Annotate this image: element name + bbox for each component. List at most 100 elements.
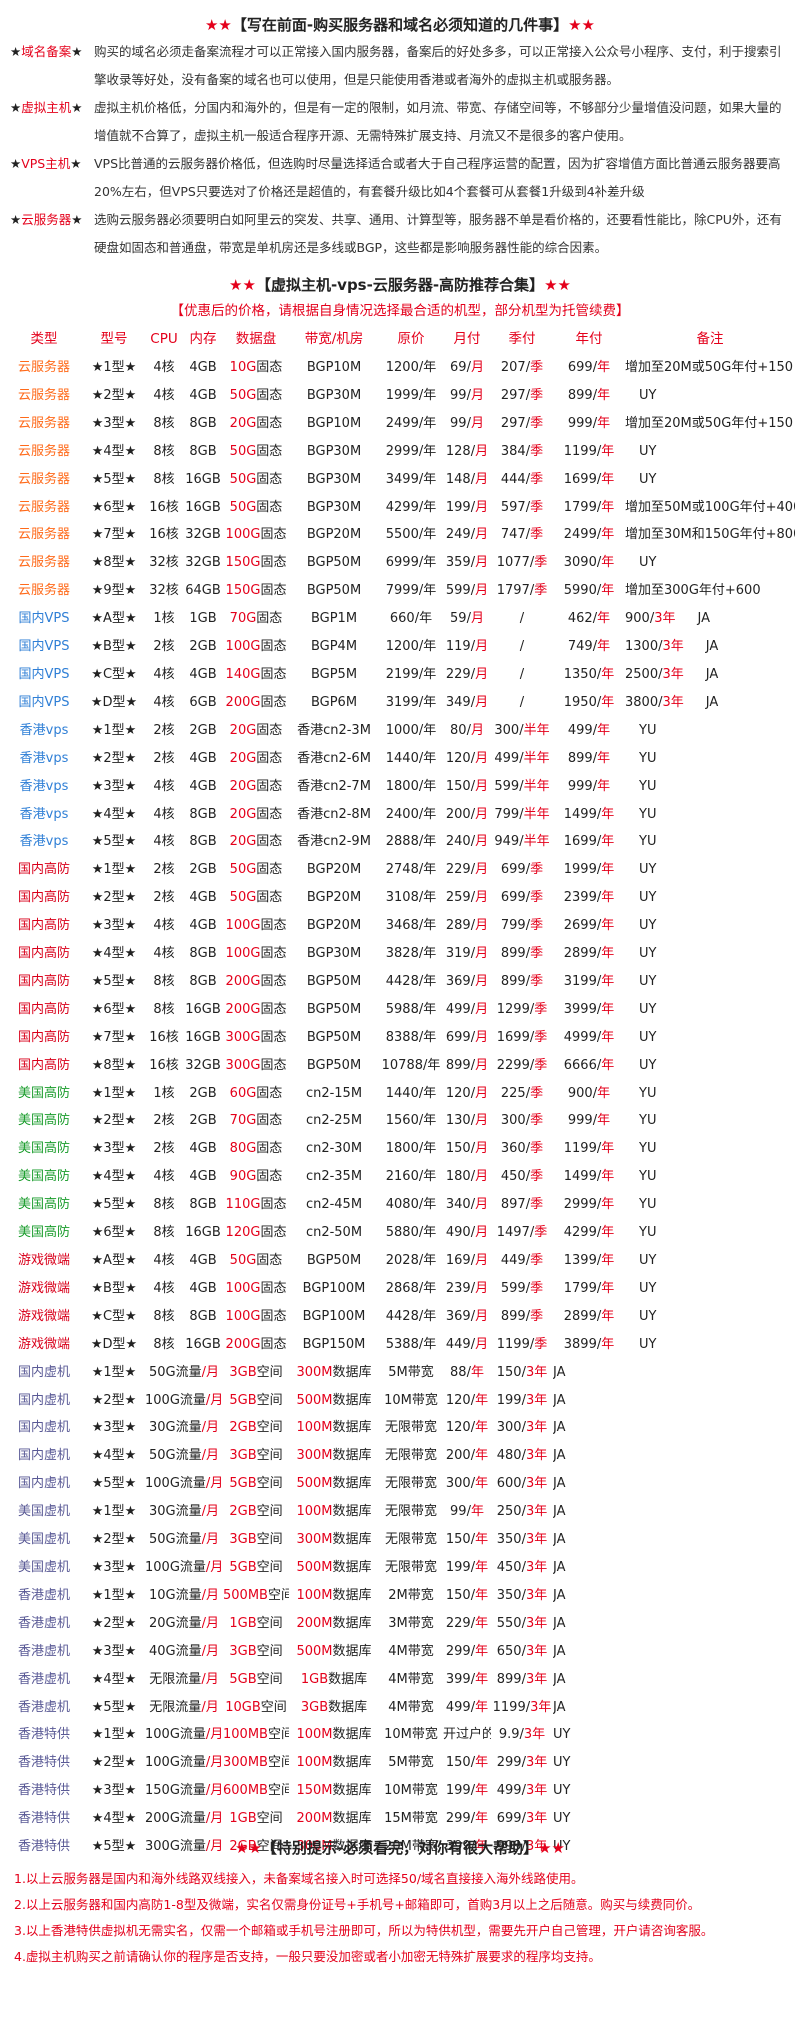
table-cell: 50G流量/月 bbox=[145, 1359, 223, 1387]
row-model: ★2型★ bbox=[91, 1532, 137, 1548]
table-cell: 8GB bbox=[183, 1303, 223, 1331]
table-row: 云服务器 ★4型★ 8核 8GB 50G固态 BGP30M 2999/年 128/月 384/季… bbox=[5, 438, 795, 466]
three-year-price: 299/ bbox=[496, 1755, 526, 1771]
table-cell: ★2型★ bbox=[83, 382, 145, 410]
table-cell: 游戏微端 bbox=[5, 1331, 83, 1359]
unit-label: 年 bbox=[601, 527, 615, 543]
disk-size: 100G bbox=[225, 527, 261, 543]
table-cell: ★3型★ bbox=[83, 912, 145, 940]
unit-label: 月 bbox=[475, 946, 489, 962]
row-model: ★4型★ bbox=[91, 1169, 137, 1185]
monthly-price: 99/ bbox=[450, 387, 471, 403]
table-cell: 120/月 bbox=[443, 1080, 491, 1108]
disk-type: 固态 bbox=[260, 639, 287, 655]
database-unit: 数据库 bbox=[332, 1448, 372, 1464]
table-cell: JA bbox=[553, 1554, 625, 1582]
table-cell: UY bbox=[553, 1749, 625, 1777]
table-cell: 国内高防 bbox=[5, 996, 83, 1024]
table-cell: 1200/年 bbox=[379, 354, 443, 382]
unit-label: 月 bbox=[475, 639, 489, 655]
disk-type: 固态 bbox=[256, 778, 283, 794]
row-category: 国内虚机 bbox=[17, 1392, 70, 1408]
table-cell: 32GB bbox=[183, 549, 223, 577]
unit-label: 季 bbox=[530, 1308, 544, 1324]
table-cell: 2核 bbox=[145, 717, 183, 745]
disk-size: 100G bbox=[225, 946, 261, 962]
unit-label: 年 bbox=[475, 1699, 489, 1715]
bandwidth: 15M带宽 bbox=[384, 1811, 438, 1827]
original-price: 10788/年 bbox=[381, 1057, 441, 1073]
table-cell: YU bbox=[625, 1080, 795, 1108]
yearly-price: 299/ bbox=[445, 1811, 476, 1827]
row-model: ★3型★ bbox=[91, 1783, 137, 1799]
table-cell: 5990/年 bbox=[553, 577, 625, 605]
unit-label: 季 bbox=[530, 387, 544, 403]
unit-label: 年 bbox=[601, 806, 615, 822]
unit-label: 年 bbox=[475, 1643, 489, 1659]
unit-label: 3年 bbox=[525, 1615, 548, 1631]
star-icon: ★ bbox=[10, 44, 22, 59]
table-cell: BGP4M bbox=[289, 633, 379, 661]
yearly-price: 99/ bbox=[450, 1504, 471, 1520]
disk-type: 固态 bbox=[256, 1141, 283, 1157]
table-cell: 444/季 bbox=[491, 466, 553, 494]
yearly-price: 1399/ bbox=[563, 1253, 602, 1268]
cpu-cores: 2 bbox=[153, 862, 162, 878]
unit-label: 3年 bbox=[530, 1699, 552, 1715]
database-unit: 数据库 bbox=[332, 1643, 372, 1659]
table-cell: 8GB bbox=[183, 1191, 223, 1219]
cpu-unit: 核 bbox=[165, 527, 179, 543]
bandwidth: BGP50M bbox=[306, 973, 362, 989]
table-cell: JA bbox=[553, 1638, 625, 1666]
table-cell: 16GB bbox=[183, 1024, 223, 1052]
monthly-price: 120/ bbox=[445, 1085, 476, 1101]
row-model: ★4型★ bbox=[91, 1671, 137, 1687]
row-category: 游戏微端 bbox=[17, 1280, 70, 1296]
table-cell: 289/月 bbox=[443, 912, 491, 940]
table-cell: 16GB bbox=[183, 466, 223, 494]
cpu-cores: 8 bbox=[153, 443, 162, 459]
intro-text: 选购云服务器必须要明白如阿里云的突发、共享、通用、计算型等，服务器不单是看价格的… bbox=[94, 212, 782, 255]
table-cell: YU bbox=[625, 773, 795, 801]
unit-label: 3年 bbox=[523, 1727, 546, 1743]
table-cell: 1800/年 bbox=[379, 773, 443, 801]
intro-tag-label: 云服务器 bbox=[21, 212, 72, 227]
cpu-unit: 核 bbox=[161, 415, 175, 431]
table-cell: BGP30M bbox=[289, 940, 379, 968]
cpu-cores: 8 bbox=[153, 415, 162, 431]
row-model: ★3型★ bbox=[91, 1559, 137, 1575]
table-cell: 8GB bbox=[183, 410, 223, 438]
bandwidth: 香港cn2-7M bbox=[297, 778, 371, 794]
table-cell: 无限带宽 bbox=[379, 1470, 443, 1498]
unit-label: 年 bbox=[475, 1476, 489, 1492]
table-cell: 100G流量/月 bbox=[145, 1749, 223, 1777]
table-row: 美国虚机 ★2型★ 50G流量/月 3GB空间 300M数据库 无限带宽 150/年 350/… bbox=[5, 1526, 795, 1554]
table-cell: 2GB bbox=[183, 633, 223, 661]
table-cell: 国内虚机 bbox=[5, 1470, 83, 1498]
row-model: ★2型★ bbox=[91, 1392, 137, 1408]
table-cell: ★2型★ bbox=[83, 1749, 145, 1777]
memory: 4GB bbox=[189, 750, 217, 766]
traffic-quota: 100G流量 bbox=[145, 1392, 206, 1408]
row-category: 香港特供 bbox=[17, 1727, 70, 1743]
monthly-price: 239/ bbox=[445, 1280, 476, 1296]
yearly-price: 4999/ bbox=[563, 1029, 602, 1045]
table-cell: 299/3年 bbox=[491, 1749, 553, 1777]
unit-label: 月 bbox=[475, 918, 489, 934]
table-cell: 云服务器 bbox=[5, 549, 83, 577]
tip-line: 2.以上云服务器和国内高防1-8型及微端，实名仅需身份证号+手机号+邮箱即可，首… bbox=[14, 1897, 701, 1912]
memory: 8GB bbox=[189, 443, 217, 459]
yearly-price: 1950/ bbox=[563, 694, 602, 710]
table-cell: 199/年 bbox=[443, 1554, 491, 1582]
table-cell: 2748/年 bbox=[379, 856, 443, 884]
storage-size: 10GB bbox=[225, 1699, 261, 1715]
storage-unit: 空间 bbox=[256, 1420, 283, 1436]
unit-label: 月 bbox=[475, 1197, 489, 1213]
table-cell: BGP10M bbox=[289, 354, 379, 382]
table-row: 美国高防 ★1型★ 1核 2GB 60G固态 cn2-15M 1440/年 120/月 225/… bbox=[5, 1080, 795, 1108]
table-cell: ★1型★ bbox=[83, 856, 145, 884]
row-note: YU bbox=[639, 1085, 657, 1101]
disk-type: 固态 bbox=[256, 499, 283, 515]
storage-size: 100MB bbox=[223, 1727, 268, 1743]
row-note: UY bbox=[639, 862, 657, 878]
